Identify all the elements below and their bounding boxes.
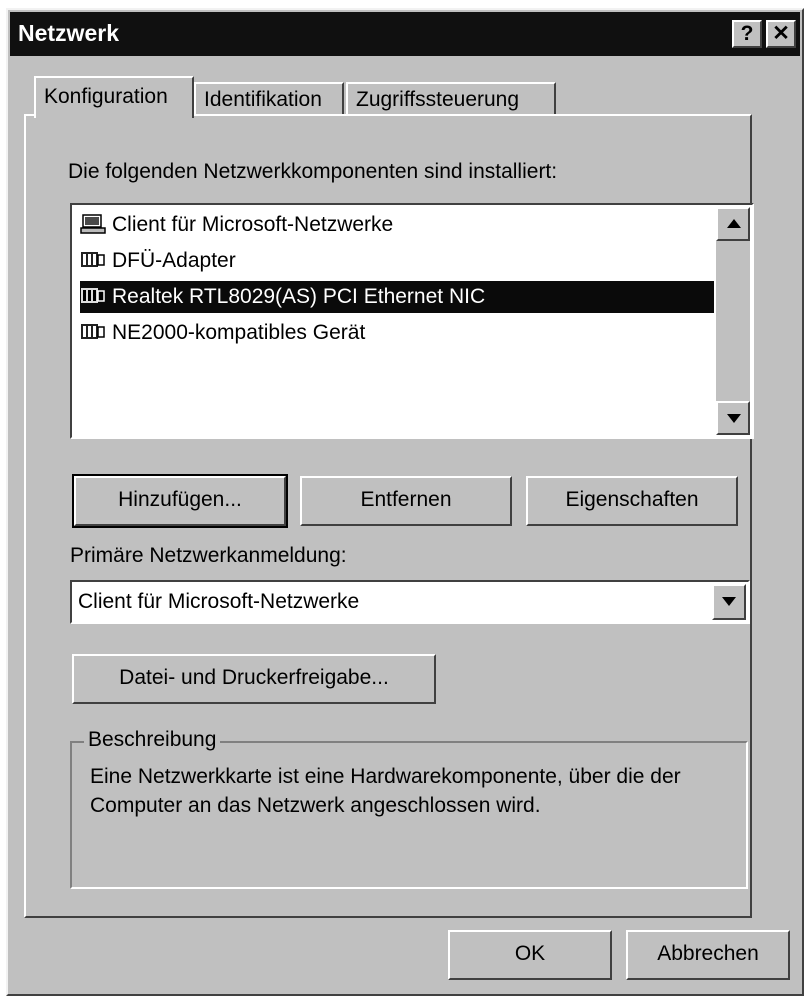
components-list[interactable]: Client für Microsoft-Netzwerke DFÜ-Adapt… <box>70 203 754 439</box>
chevron-down-icon <box>722 597 736 606</box>
scroll-down-button[interactable] <box>716 401 750 435</box>
remove-button[interactable]: Entfernen <box>300 476 512 526</box>
list-item[interactable]: DFÜ-Adapter <box>80 245 714 277</box>
cancel-button[interactable]: Abbrechen <box>626 930 790 980</box>
list-item-label: Client für Microsoft-Netzwerke <box>112 213 394 236</box>
primary-logon-dropdown[interactable]: Client für Microsoft-Netzwerke <box>70 580 750 624</box>
close-button[interactable]: ✕ <box>766 20 796 48</box>
network-adapter-icon <box>81 288 105 303</box>
network-dialog: Netzwerk ? ✕ Konfiguration Identifikatio… <box>6 8 804 996</box>
list-item[interactable]: NE2000-kompatibles Gerät <box>80 317 714 349</box>
description-caption: Beschreibung <box>84 728 221 752</box>
arrow-down-icon <box>727 414 741 423</box>
close-icon: ✕ <box>772 22 790 45</box>
primary-logon-value: Client für Microsoft-Netzwerke <box>78 590 360 613</box>
ok-button[interactable]: OK <box>448 930 612 980</box>
list-item-label: DFÜ-Adapter <box>112 249 236 272</box>
tab-konfiguration[interactable]: Konfiguration <box>34 76 194 118</box>
tab-identifikation[interactable]: Identifikation <box>194 82 344 116</box>
list-scrollbar[interactable] <box>716 207 750 435</box>
description-text: Eine Netzwerkkarte ist eine Hardwarekomp… <box>90 765 681 817</box>
list-item-label: NE2000-kompatibles Gerät <box>112 321 366 344</box>
dropdown-button[interactable] <box>712 584 746 620</box>
tab-label: Konfiguration <box>44 85 168 108</box>
tab-label: Zugriffssteuerung <box>356 88 520 111</box>
window-title: Netzwerk <box>18 20 119 46</box>
network-adapter-icon <box>81 252 105 267</box>
properties-button[interactable]: Eigenschaften <box>526 476 738 526</box>
add-button[interactable]: Hinzufügen... <box>72 474 288 528</box>
components-heading: Die folgenden Netzwerkkomponenten sind i… <box>68 160 558 183</box>
tab-zugriffssteuerung[interactable]: Zugriffssteuerung <box>346 82 556 116</box>
title-bar: Netzwerk ? ✕ <box>10 12 800 56</box>
arrow-up-icon <box>727 219 741 228</box>
list-item[interactable]: Client für Microsoft-Netzwerke <box>80 209 714 241</box>
primary-logon-label: Primäre Netzwerkanmeldung: <box>70 544 347 567</box>
list-item-selected[interactable]: Realtek RTL8029(AS) PCI Ethernet NIC <box>80 281 714 313</box>
tab-label: Identifikation <box>204 88 322 111</box>
help-button[interactable]: ? <box>732 20 762 48</box>
network-adapter-icon <box>81 324 105 339</box>
file-print-sharing-button[interactable]: Datei- und Druckerfreigabe... <box>72 654 436 704</box>
computer-client-icon <box>80 214 106 234</box>
scroll-up-button[interactable] <box>716 207 750 241</box>
list-item-label: Realtek RTL8029(AS) PCI Ethernet NIC <box>112 285 486 308</box>
